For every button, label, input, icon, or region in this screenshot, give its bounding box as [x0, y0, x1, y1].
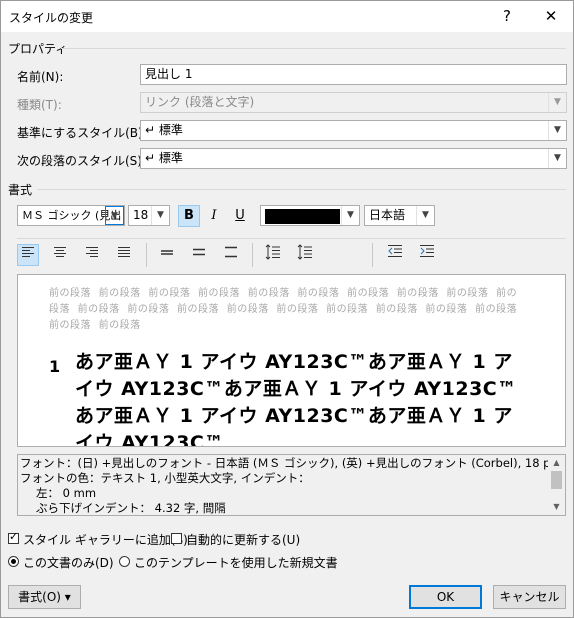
chevron-down-icon: ▼: [548, 93, 566, 112]
description-line: フォント：(日) +見出しのフォント - 日本語 (ＭＳ ゴシック), (英) …: [20, 456, 548, 470]
modify-style-dialog: スタイルの変更 ? ✕ プロパティ 名前(N): 見出し 1 種類(T): リン…: [0, 0, 574, 618]
style-preview: 前の段落 前の段落 前の段落 前の段落 前の段落 前の段落 前の段落 前の段落 …: [17, 274, 566, 447]
chevron-down-icon: ▼: [548, 121, 566, 140]
decrease-indent-button[interactable]: [384, 244, 406, 266]
language-select[interactable]: 日本語 ▼: [364, 205, 435, 226]
only-this-document-radio[interactable]: [8, 556, 19, 567]
only-this-document-label[interactable]: この文書のみ(D): [23, 554, 114, 571]
chevron-down-icon: ▼: [548, 149, 566, 168]
outdent-icon: [388, 245, 402, 257]
underline-button[interactable]: U: [229, 205, 251, 227]
type-label: 種類(T):: [17, 98, 62, 112]
language-value: 日本語: [369, 208, 406, 222]
properties-divider: [61, 48, 566, 49]
format-divider: [37, 189, 566, 190]
one-half-spacing-button[interactable]: [188, 244, 210, 266]
base-style-label: 基準にするスタイル(B):: [17, 126, 147, 140]
paragraph-spacing-decrease-icon: [297, 244, 312, 260]
style-type-value: リンク (段落と文字): [145, 95, 255, 109]
help-button[interactable]: ?: [485, 1, 529, 32]
new-documents-label[interactable]: このテンプレートを使用した新規文書: [134, 554, 338, 571]
chevron-down-icon: ▼: [105, 206, 124, 225]
dialog-title: スタイルの変更: [9, 11, 94, 25]
toolbar-separator: [372, 243, 373, 267]
paragraph-spacing-increase-icon: [265, 244, 280, 260]
next-style-value: ↵ 標準: [145, 151, 183, 165]
line-spacing-single-icon: [161, 250, 173, 255]
font-size-value: 18: [133, 208, 149, 222]
align-center-button[interactable]: [49, 244, 71, 266]
double-spacing-button[interactable]: [220, 244, 242, 266]
font-size-select[interactable]: 18 ▼: [128, 205, 170, 226]
base-style-select[interactable]: ↵ 標準 ▼: [140, 120, 567, 141]
chevron-down-icon: ▼: [416, 206, 434, 225]
increase-indent-button[interactable]: [416, 244, 438, 266]
description-scrollbar[interactable]: ▲ ▼: [548, 455, 565, 515]
increase-spacing-button[interactable]: [262, 244, 284, 266]
font-select[interactable]: ＭＳ ゴシック (見出 ▼: [17, 205, 125, 226]
line-spacing-double-icon: [225, 246, 237, 258]
toolbar-divider: [17, 238, 566, 239]
properties-section-label: プロパティ: [8, 42, 68, 56]
preview-previous-paragraph: 前の段落 前の段落 前の段落 前の段落 前の段落 前の段落 前の段落 前の段落 …: [49, 288, 518, 331]
style-type-select[interactable]: リンク (段落と文字) ▼: [140, 92, 567, 113]
description-line: 左： 0 mm: [36, 486, 97, 500]
chevron-down-icon: ▼: [341, 206, 359, 225]
scroll-down-icon[interactable]: ▼: [548, 500, 565, 514]
next-style-label: 次の段落のスタイル(S):: [17, 154, 147, 168]
cancel-button[interactable]: キャンセル: [493, 585, 566, 609]
add-to-gallery-checkbox[interactable]: [8, 530, 19, 544]
bold-button[interactable]: B: [178, 205, 200, 227]
toolbar-separator: [146, 243, 147, 267]
align-left-button[interactable]: [17, 244, 39, 266]
decrease-spacing-button[interactable]: [294, 244, 316, 266]
next-style-select[interactable]: ↵ 標準 ▼: [140, 148, 567, 169]
style-name-input[interactable]: 見出し 1: [140, 64, 567, 85]
preview-heading-text: あア亜ＡＹ 1 アイウ AY123C™あア亜ＡＹ 1 アイウ AY123C™あア…: [75, 351, 517, 447]
align-right-icon: [86, 247, 98, 257]
name-label: 名前(N):: [17, 70, 64, 84]
title-bar: スタイルの変更 ? ✕: [1, 1, 573, 32]
italic-button[interactable]: I: [203, 205, 225, 227]
scroll-up-icon[interactable]: ▲: [548, 456, 565, 470]
single-spacing-button[interactable]: [156, 244, 178, 266]
add-to-gallery-label[interactable]: スタイル ギャラリーに追加(S): [23, 531, 188, 548]
justify-icon: [118, 247, 130, 257]
scroll-thumb[interactable]: [551, 471, 562, 489]
auto-update-checkbox[interactable]: [171, 533, 182, 544]
align-center-icon: [54, 247, 66, 257]
auto-update-label[interactable]: 自動的に更新する(U): [186, 531, 300, 548]
style-description: フォント：(日) +見出しのフォント - 日本語 (ＭＳ ゴシック), (英) …: [17, 454, 566, 516]
base-style-value: ↵ 標準: [145, 123, 183, 137]
justify-button[interactable]: [113, 244, 135, 266]
ok-button[interactable]: OK: [409, 585, 482, 609]
toolbar-separator: [252, 243, 253, 267]
description-line: ぶら下げインデント： 4.32 字, 間隔: [36, 501, 226, 515]
format-menu-button[interactable]: 書式(O) ▾: [8, 585, 81, 609]
line-spacing-onehalf-icon: [193, 248, 205, 256]
close-button[interactable]: ✕: [529, 1, 573, 32]
font-color-swatch: [265, 209, 340, 224]
preview-heading-number: 1: [49, 357, 61, 376]
new-documents-radio[interactable]: [119, 556, 130, 567]
align-left-icon: [22, 247, 34, 257]
format-section-label: 書式: [8, 183, 33, 197]
align-right-button[interactable]: [81, 244, 103, 266]
chevron-down-icon: ▼: [151, 206, 169, 225]
description-line: フォントの色：テキスト 1, 小型英大文字, インデント：: [20, 471, 310, 485]
indent-icon: [420, 245, 434, 257]
